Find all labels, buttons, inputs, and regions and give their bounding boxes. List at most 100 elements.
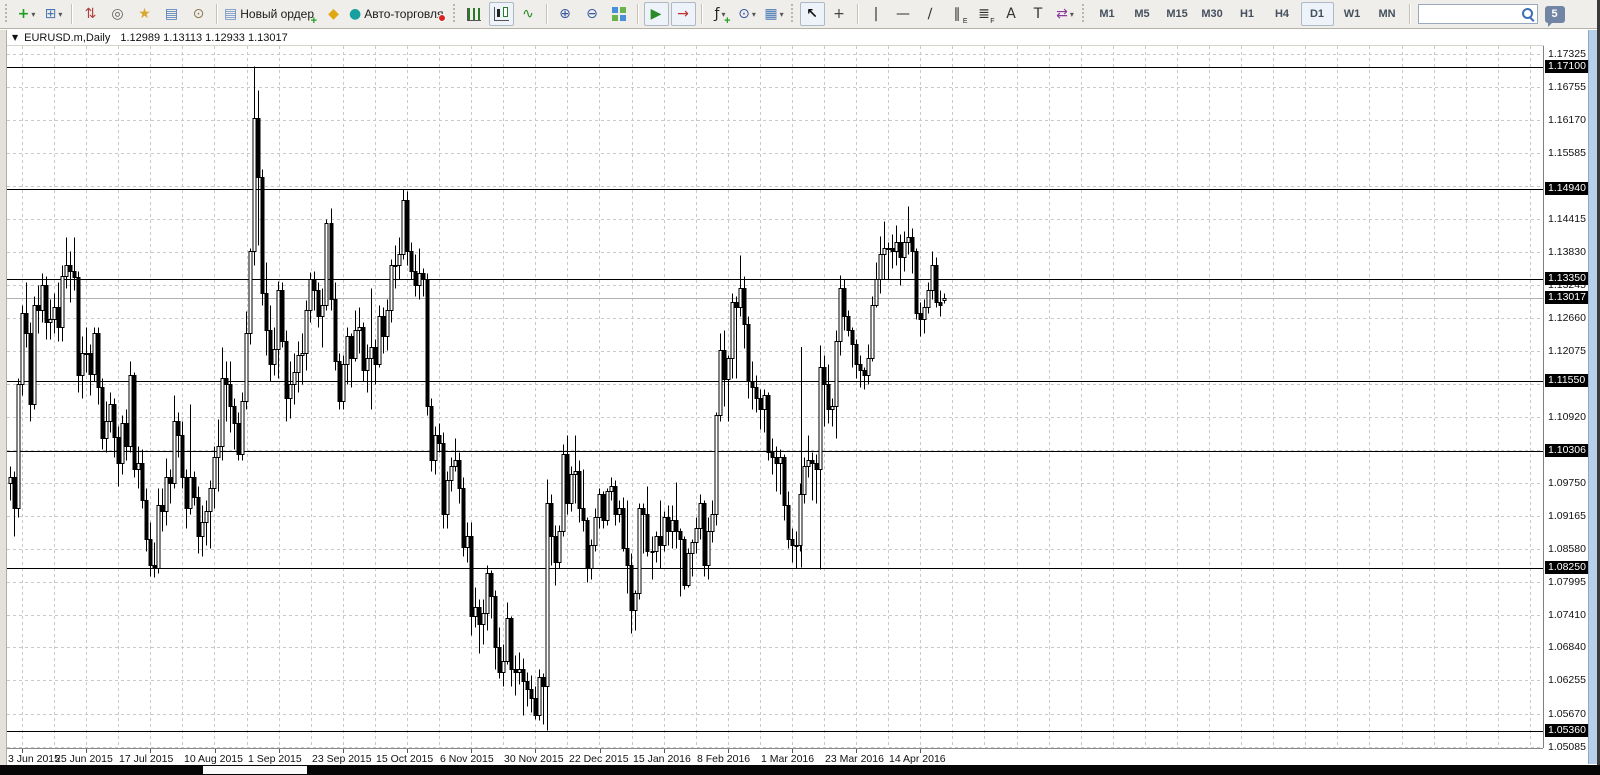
candle [312,271,317,311]
timeframe-m30-button[interactable]: M30 [1196,2,1229,26]
strategy-tester-button[interactable]: ⊙ [186,2,211,26]
chart-plot-area[interactable] [7,46,1544,748]
cursor-button[interactable]: ↖ [799,2,825,26]
candle [144,488,149,552]
window-left-border [0,30,7,765]
timeframe-h1-button[interactable]: H1 [1231,2,1264,26]
candle [629,553,634,634]
candle [922,299,927,334]
chart-collapse-icon[interactable]: ▼ [12,33,18,42]
candlestick-chart-button[interactable] [488,2,514,26]
notifications-badge[interactable]: 5 [1544,5,1565,27]
candle [441,432,446,529]
terminal-button[interactable]: ▤ [159,2,184,26]
candle [641,503,646,554]
hline-price-label: 1.13350 [1545,272,1588,285]
date-axis[interactable]: 3 Jun 2015 25 Jun 2015 17 Jul 2015 10 Aug 2… [7,748,1543,765]
candle [742,276,747,349]
timeframe-w1-button[interactable]: W1 [1336,2,1369,26]
new-order-button[interactable]: ▤ + Новый ордер [223,2,319,27]
price-tick-label: 1.09165 [1548,510,1586,522]
text-label-button[interactable]: T [1026,2,1051,26]
market-watch-button-icon: ⇅ [84,6,97,22]
bar-chart-button[interactable] [462,2,487,26]
navigator-button[interactable]: ★ [132,2,157,26]
metaeditor-button[interactable]: ◆ [321,2,346,26]
candle [212,446,217,509]
candle [405,191,410,266]
periods-button[interactable]: ⊙ ▾ [735,2,760,26]
zoom-in-button[interactable]: ⊕ [553,2,578,26]
candle [445,471,450,529]
candle [232,398,237,450]
date-tick-label: 6 Nov 2015 [440,753,494,765]
symbol-search-input[interactable] [1417,4,1538,24]
arrows-button-icon: ⇄ [1056,6,1068,22]
timeframe-mn-button[interactable]: MN [1371,2,1404,26]
trendline-button[interactable]: ∕ [918,2,943,26]
candle [826,364,831,424]
candle [662,511,667,552]
candle [678,528,683,597]
candle [184,469,189,529]
data-window-button[interactable]: ◎ [105,2,130,26]
profiles-button[interactable]: ⊞ ▾ [41,2,66,26]
crosshair-button[interactable]: + [827,2,852,26]
candle [425,273,430,416]
candle [910,228,915,274]
candle [172,395,177,489]
horizontal-line-objects[interactable] [7,67,1543,732]
candle [525,672,530,707]
candle [537,669,542,721]
toolbar-separator [856,4,859,24]
candle [112,398,117,458]
profiles-button-icon: ⊞ [44,6,57,22]
candle [625,500,630,594]
candle [40,273,45,323]
text-button[interactable]: A [999,2,1024,26]
equidistant-channel-button[interactable]: ∥ E [945,2,970,26]
candle [690,539,695,577]
price-tick-label: 1.12660 [1548,312,1586,324]
timeframe-h4-button[interactable]: H4 [1266,2,1299,26]
candle [417,248,422,300]
line-chart-button[interactable]: ∿ [516,2,541,26]
templates-button[interactable]: ▦ ▾ [762,2,787,26]
tile-windows-button[interactable] [607,2,632,26]
candle [682,536,687,590]
timeframe-d1-button[interactable]: D1 [1300,2,1334,26]
new-chart-button[interactable]: + ▾ [14,2,39,26]
indicators-button[interactable]: ƒ + ▾ [708,2,733,27]
candle [854,339,859,379]
price-tick-label: 1.08580 [1548,543,1586,555]
autoscroll-button[interactable]: ▶ [643,2,669,26]
autotrading-button[interactable]: ● Авто-торговля [348,2,448,26]
market-watch-button[interactable]: ⇅ [78,2,103,26]
date-tick-label: 1 Mar 2016 [761,753,815,765]
price-tick-label: 1.05670 [1548,708,1586,720]
candle [120,415,125,475]
price-axis[interactable]: 1.173251.167551.161701.155851.150001.144… [1545,30,1588,764]
candle [593,508,598,552]
horizontal-scrollbar[interactable] [0,765,1600,775]
timeframe-m1-button[interactable]: M1 [1091,2,1124,26]
zoom-out-button[interactable]: ⊖ [580,2,605,26]
date-tick-label: 8 Feb 2016 [697,753,751,765]
timeframe-m15-button[interactable]: M15 [1161,2,1194,26]
status-dot-icon [437,14,446,22]
hline-price-label: 1.14940 [1545,182,1588,195]
candle [489,570,494,619]
vertical-line-button[interactable]: | [864,2,889,26]
candle [870,296,875,362]
arrows-button[interactable]: ⇄ ▾ [1053,2,1078,26]
fibonacci-button[interactable]: ≣ F [972,2,997,26]
hline-price-label: 1.05360 [1545,724,1588,737]
timeframe-m5-button[interactable]: M5 [1126,2,1159,26]
chart-shift-button[interactable]: → [670,2,696,26]
candle [32,296,37,410]
candle [349,333,354,388]
horizontal-scrollbar-thumb[interactable] [203,766,307,774]
candle [746,316,751,399]
horizontal-line-button[interactable]: — [891,2,916,26]
date-tick-label: 22 Dec 2015 [569,753,629,765]
